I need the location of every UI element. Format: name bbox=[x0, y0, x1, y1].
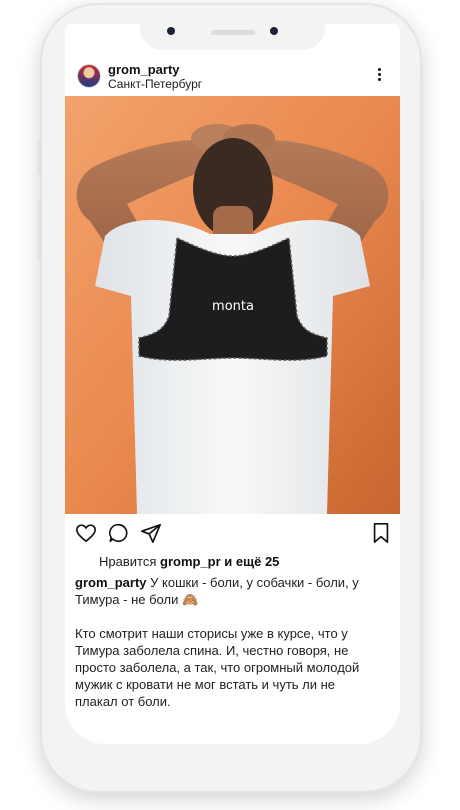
comment-icon[interactable] bbox=[108, 522, 130, 544]
brace-logo: monta bbox=[212, 299, 254, 314]
phone-screen: grom_party Санкт-Петербург monta Нравитс… bbox=[65, 24, 400, 744]
phone-side-button bbox=[420, 200, 424, 280]
post-photo[interactable]: monta bbox=[65, 96, 400, 514]
bookmark-icon[interactable] bbox=[370, 522, 392, 544]
front-camera bbox=[167, 27, 175, 35]
more-vertical-icon[interactable] bbox=[371, 66, 387, 84]
likes-prefix: Нравится bbox=[99, 554, 157, 569]
likes-user-link[interactable]: gromp_pr bbox=[160, 554, 221, 569]
likes-line: Нравится gromp_pr и ещё 25 bbox=[99, 554, 279, 569]
send-icon[interactable] bbox=[140, 522, 162, 544]
caption-username[interactable]: grom_party bbox=[75, 575, 147, 590]
post-caption: grom_party У кошки - боли, у собачки - б… bbox=[75, 574, 375, 727]
photo-illustration: monta bbox=[65, 96, 400, 514]
post-username[interactable]: grom_party bbox=[108, 62, 180, 77]
post-actions bbox=[65, 522, 400, 546]
heart-icon[interactable] bbox=[75, 522, 97, 544]
caption-paragraph2: Кто смотрит наши сторисы уже в курсе, чт… bbox=[75, 626, 360, 709]
phone-side-button bbox=[38, 200, 42, 260]
caption-first: grom_party У кошки - боли, у собачки - б… bbox=[75, 574, 375, 608]
post-location[interactable]: Санкт-Петербург bbox=[108, 77, 202, 91]
likes-others-link[interactable]: и ещё 25 bbox=[224, 554, 279, 569]
phone-side-button bbox=[38, 140, 42, 174]
front-sensor bbox=[270, 27, 278, 35]
phone-speaker bbox=[211, 30, 255, 35]
avatar[interactable] bbox=[77, 64, 101, 88]
